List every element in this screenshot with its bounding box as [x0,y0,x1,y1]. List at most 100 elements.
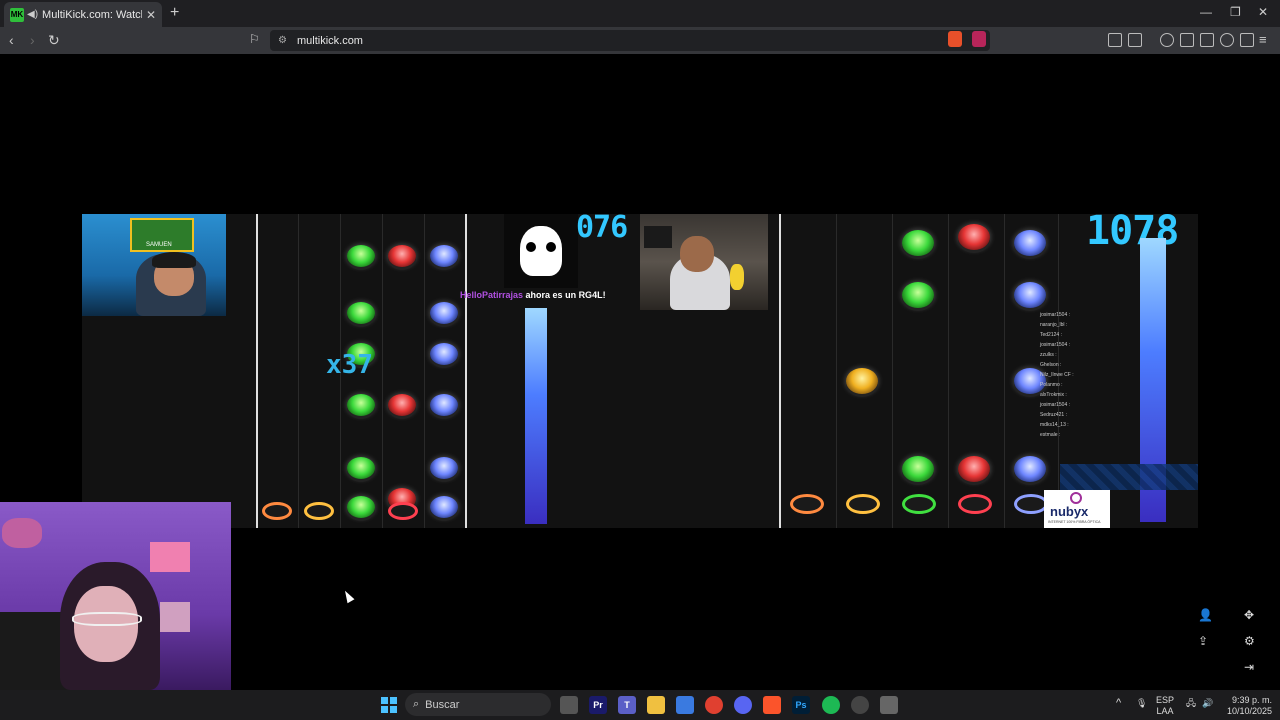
windows-start-icon[interactable] [380,696,398,714]
fret-orange-target [262,502,292,520]
teams-icon[interactable]: T [618,696,636,714]
discord-icon[interactable] [734,696,752,714]
game-stream-area[interactable]: SAMUEN x37 076 HelloPatirrajas ahora es … [82,214,1198,528]
chat-line: josimar1504 : [1040,312,1071,318]
webcam-streamer-2 [640,214,768,310]
store-icon[interactable] [676,696,694,714]
menu-icon[interactable]: ≡ [1259,32,1267,47]
note-blue [1014,456,1046,482]
tab-title: MultiKick.com: Watch Multip [42,8,142,21]
note-blue [430,302,458,324]
note-blue [430,394,458,416]
water-overlay [1060,464,1198,490]
vpn-icon[interactable] [1240,33,1254,47]
leo-ai-icon[interactable] [1220,33,1234,47]
highway-right-border [465,214,467,528]
fret-yellow-target [304,502,334,520]
browser-toolbar: ‹ › ↻ ⚐ ⚙ multikick.com ≡ [0,27,1280,54]
reload-icon[interactable]: ↻ [48,32,60,49]
media-icon[interactable] [1160,33,1174,47]
forward-icon[interactable]: › [30,32,35,48]
lane-separator [1004,214,1005,528]
clock[interactable]: 9:39 p. m. 10/10/2025 [1222,695,1272,717]
network-icon[interactable]: 🖧 [1186,698,1196,709]
note-blue [430,457,458,479]
highway2-left-border [779,214,781,528]
bookmark-icon[interactable]: ⚐ [249,32,260,46]
lane-separator [892,214,893,528]
file-explorer-icon[interactable] [647,696,665,714]
minimize-icon[interactable]: — [1200,5,1212,19]
chat-overlay: josimar1504 : naranjo_lbl : Ted2124 : josim… [1036,312,1170,456]
windows-taskbar: ⌕ Buscar Pr T Ps ^ 🎙 ESP LAA 🖧 🔊 9:39 p.… [0,690,1280,720]
brave-shields-icon[interactable] [948,31,962,47]
poster-label: SAMUEN [146,242,172,248]
settings-icon[interactable]: ⚙ [1244,634,1255,648]
search-placeholder: Buscar [425,698,460,711]
chrome-icon[interactable] [705,696,723,714]
sponsor-name: nubyx [1050,504,1089,519]
sidebar-icon[interactable] [1180,33,1194,47]
tray-overflow-icon[interactable]: ^ [1116,698,1121,709]
tab-multikick[interactable]: MK ◀) MultiKick.com: Watch Multip ✕ [4,2,162,27]
fret-red-target [388,502,418,520]
fret-red-target [958,494,992,514]
spotify-icon[interactable] [822,696,840,714]
task-view-icon[interactable] [560,696,578,714]
back-icon[interactable]: ‹ [9,32,14,48]
poster-image: SAMUEN [130,218,194,252]
share-icon[interactable]: ⇪ [1198,634,1208,648]
note-blue [430,343,458,365]
add-user-icon[interactable]: 👤 [1198,608,1213,622]
taskbar-search[interactable]: ⌕ Buscar [405,693,551,716]
streamer-hair [152,252,196,268]
note-green [902,456,934,482]
score-left: 076 [576,214,628,245]
obs-icon[interactable] [851,696,869,714]
language-indicator[interactable]: ESP LAA [1156,695,1174,717]
note-green [347,245,375,267]
restore-icon[interactable]: ❐ [1230,5,1241,19]
windows-logo-icon [381,697,397,713]
fret-yellow-target [846,494,880,514]
site-info-icon[interactable]: ⚙ [278,35,287,46]
search-icon: ⌕ [413,698,420,710]
volume-icon[interactable]: 🔊 [1202,698,1213,709]
chat-line: alxTrokmix : [1040,392,1067,398]
game-app-icon[interactable] [880,696,898,714]
brave-rewards-icon[interactable] [972,31,986,47]
new-tab-button[interactable]: + [170,4,179,22]
chat-line: zzulks : [1040,352,1057,358]
sponsor-subtitle: INTERNET 100% FIBRA ÓPTICA [1048,520,1101,524]
skull-eye-icon [526,242,536,252]
extensions-icon[interactable] [1108,33,1122,47]
sponsor-logo: nubyx INTERNET 100% FIBRA ÓPTICA [1044,490,1110,528]
login-icon[interactable]: ⇥ [1244,660,1254,674]
move-icon[interactable]: ✥ [1244,608,1254,622]
chat-line: estmale : [1040,432,1061,438]
tab-close-icon[interactable]: ✕ [146,8,156,22]
microphone-icon[interactable]: 🎙 [1136,698,1147,709]
photoshop-icon[interactable]: Ps [792,696,810,714]
note-green [347,496,375,518]
chat-line: Nilz_Ilnwe CF : [1040,372,1074,378]
chat-line: Polanmo : [1040,382,1063,388]
mouse-cursor [341,588,355,604]
wall-picture [150,542,190,572]
chat-line: Sedruz421 : [1040,412,1067,418]
premiere-icon[interactable]: Pr [589,696,607,714]
close-window-icon[interactable]: ✕ [1258,5,1268,19]
brave-icon[interactable] [763,696,781,714]
webcam-streamer-3 [0,502,231,690]
wallet-icon[interactable] [1200,33,1214,47]
wall-picture [160,602,190,632]
screenshot-icon[interactable] [1128,33,1142,47]
note-blue [430,496,458,518]
address-bar[interactable]: ⚙ multikick.com [270,30,990,51]
note-blue [1014,282,1046,308]
lane-separator [424,214,425,528]
chat-line: josimar1504 : [1040,402,1071,408]
language-code: ESP [1156,695,1175,705]
tv-background [644,226,672,248]
speaker-icon[interactable]: ◀) [27,9,38,20]
